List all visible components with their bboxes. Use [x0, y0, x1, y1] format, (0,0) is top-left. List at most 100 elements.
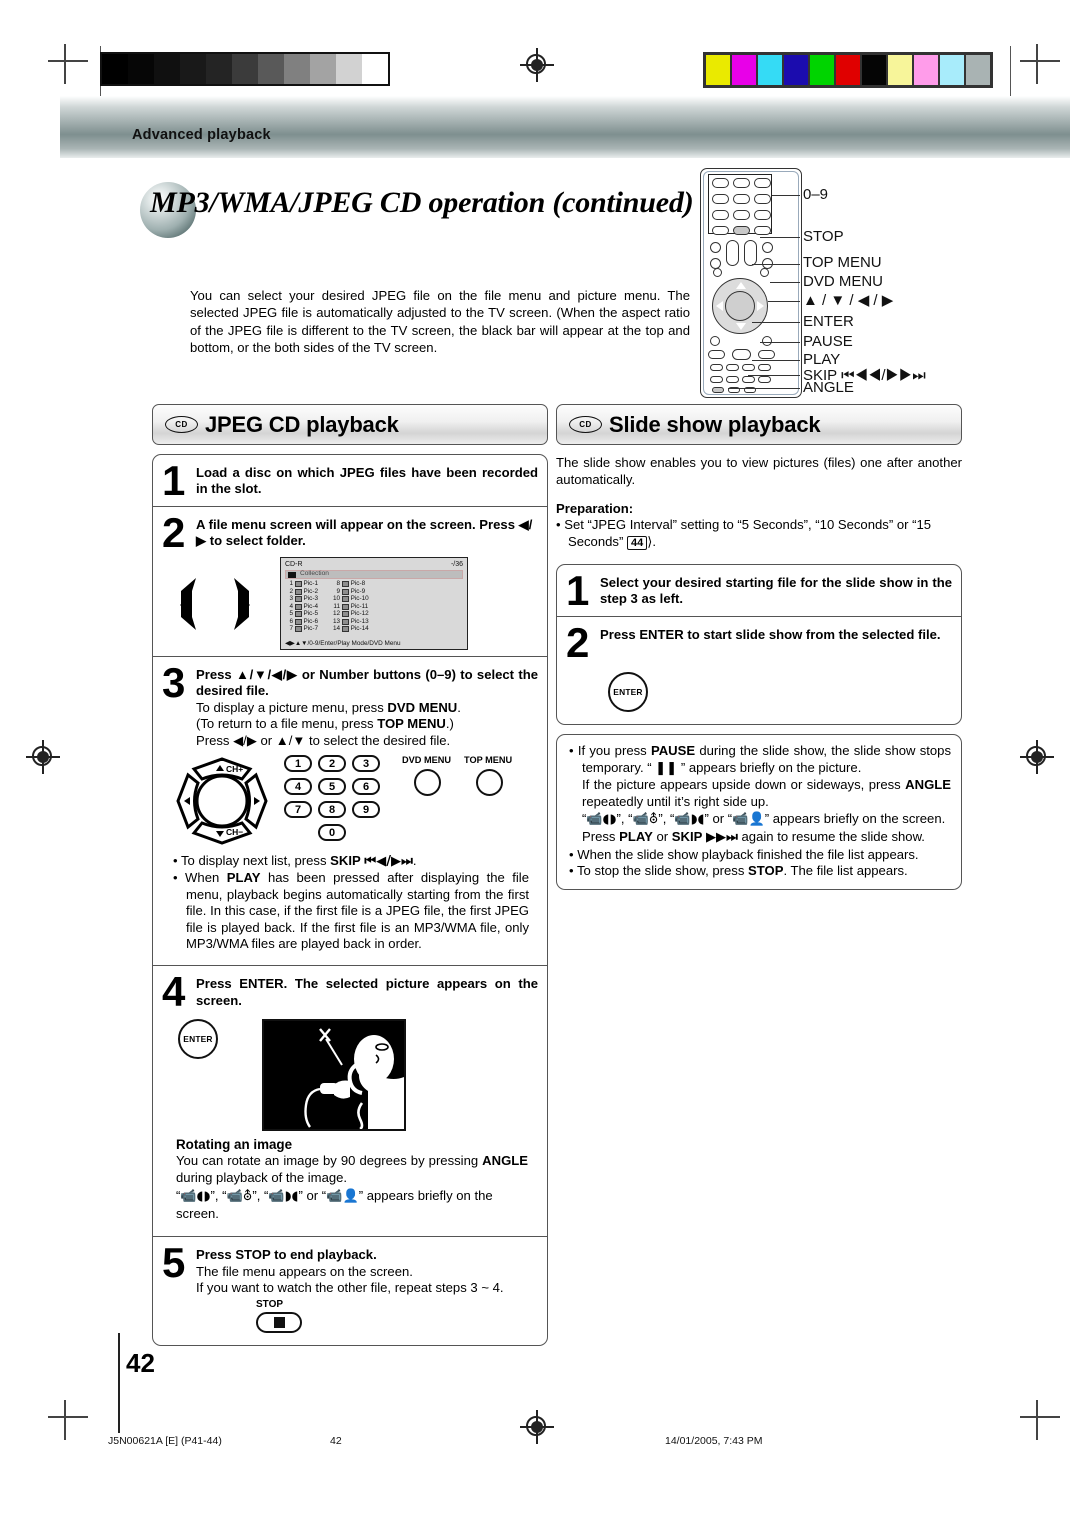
jpeg-cd-playback-header: CD JPEG CD playback [152, 404, 548, 445]
osd-disc-label: CD-R [285, 561, 303, 568]
step-1-number: 1 [162, 457, 185, 504]
jpeg-file-icon [341, 581, 349, 588]
jpeg-file-icon [294, 596, 302, 603]
step-1: 1 Load a disc on which JPEG files have b… [153, 455, 547, 506]
jpeg-cd-playback-column: CD JPEG CD playback 1 Load a disc on whi… [152, 404, 548, 1346]
jpeg-steps-box: 1 Load a disc on which JPEG files have b… [152, 454, 548, 1346]
top-menu-knob-icon [476, 769, 503, 797]
number-key: 1 [284, 755, 312, 773]
callout-leader-pause [760, 342, 800, 344]
callout-leader-arrows [768, 301, 800, 303]
number-key: 9 [352, 801, 380, 819]
osd-folder-row: Collection [285, 570, 463, 579]
osd-file-item: 11 Pic-11 [333, 602, 369, 610]
remote-skip-prev-button [710, 364, 723, 371]
jpeg-file-icon [341, 618, 349, 625]
jpeg-file-icon [341, 626, 349, 633]
step-5: 5 Press STOP to end playback. The file m… [153, 1236, 547, 1344]
footer-right: 14/01/2005, 7:43 PM [665, 1435, 763, 1447]
slide-step-2: 2 Press ENTER to start slide show from t… [557, 616, 961, 724]
slide-step-1-text: Select your desired starting file for th… [600, 575, 952, 607]
slide-show-playback-header: CD Slide show playback [556, 404, 962, 445]
dvd-menu-label: DVD MENU [402, 755, 452, 766]
bullet-skip: • To display next list, press SKIP ⏮◀/▶⏭… [173, 853, 417, 870]
jpeg-file-icon [294, 618, 302, 625]
osd-file-item: 13 Pic-13 [332, 617, 369, 625]
jpeg-file-icon [341, 611, 349, 618]
note-angle: If the picture appears upside down or si… [582, 777, 951, 809]
callout-0-9: 0–9 [803, 186, 829, 203]
cursor-wheel-illustration: CH+ CH− [174, 755, 270, 847]
step-3-illustration: CH+ CH− 1 2 3 4 5 6 7 8 9 0 DVD MENU TOP… [162, 749, 538, 851]
step-2: 2 A file menu screen will appear on the … [153, 506, 547, 656]
step-3-line-3: Press ◀/▶ or ▲/▼ to select the desired f… [196, 732, 451, 748]
manual-page: Advanced playback MP3/WMA/JPEG CD operat… [0, 0, 1080, 1528]
footer-center: 42 [330, 1435, 342, 1447]
osd-file-item: 5 Pic-5 [289, 610, 319, 618]
number-key: 7 [284, 801, 312, 819]
number-key: 6 [352, 778, 380, 796]
angle-icon-2: 📹◗◖ [674, 812, 705, 828]
jpeg-file-icon [341, 603, 349, 610]
slide-show-playback-title: Slide show playback [609, 411, 821, 437]
menu-buttons-illustration: DVD MENU TOP MENU [402, 755, 520, 831]
dvd-menu-knob-icon [414, 769, 441, 797]
file-menu-osd: CD-R -/36 Collection 1 Pic-1 2 Pic-2 3 Pic-… [280, 557, 468, 650]
jpeg-file-icon [341, 596, 349, 603]
callout-pause: PAUSE [803, 333, 853, 350]
registration-mark-bottom [520, 1410, 554, 1444]
step-3-text: Press ▲/▼/◀/▶ or Number buttons (0–9) to… [196, 667, 538, 699]
note-stop: • To stop the slide show, press STOP. Th… [569, 863, 908, 879]
angle-icon-1: 📹⛢ [632, 812, 659, 828]
preparation-heading: Preparation: [556, 501, 634, 516]
right-arrow-curve-icon [224, 575, 258, 633]
page-title: MP3/WMA/JPEG CD operation (continued) [150, 186, 694, 219]
slide-step-1: 1 Select your desired starting file for … [557, 565, 961, 616]
osd-folder-name: Collection [300, 570, 329, 578]
remote-pause-button [708, 350, 725, 359]
angle-icon-1: 📹⛢ [226, 1188, 253, 1204]
callout-angle: ANGLE [803, 379, 854, 396]
number-key: 0 [318, 824, 346, 842]
osd-file-item: 2 Pic-2 [289, 587, 319, 595]
jpeg-file-icon [294, 611, 302, 618]
sample-picture-saxophone [262, 1019, 406, 1132]
slide-step-2-text: Press ENTER to start slide show from the… [600, 627, 941, 642]
rotating-image-line-1: You can rotate an image by 90 degrees by… [176, 1153, 528, 1186]
slide-show-playback-column: CD Slide show playback The slide show en… [556, 404, 962, 890]
step-5-line-2: If you want to watch the other file, rep… [196, 1280, 504, 1296]
angle-icon-0: 📹◖◗ [180, 1188, 211, 1204]
rotating-image-line-2: “📹◖◗”, “📹⛢”, “📹◗◖” or “📹👤” appears brief… [176, 1187, 493, 1222]
number-key: 8 [318, 801, 346, 819]
osd-file-item: 7 Pic-7 [289, 625, 319, 633]
step-3: 3 Press ▲/▼/◀/▶ or Number buttons (0–9) … [153, 656, 547, 965]
stop-button-icon [256, 1311, 302, 1333]
enter-button-icon: ENTER [608, 672, 648, 712]
osd-footer-hint: ◀▶▲▼/0-9/Enter/Play Mode/DVD Menu [285, 639, 401, 647]
callout-leader-enter [752, 322, 800, 324]
step-3-number: 3 [162, 659, 185, 706]
step-5-line-1: The file menu appears on the screen. [196, 1263, 413, 1279]
osd-file-item: 6 Pic-6 [289, 617, 319, 625]
remote-stop-button [733, 226, 750, 235]
jpeg-file-icon [294, 581, 302, 588]
remote-top-menu-button [713, 268, 722, 277]
callout-top-menu: TOP MENU [803, 254, 882, 271]
step-4: 4 Press ENTER. The selected picture appe… [153, 965, 547, 1236]
callout-stop: STOP [803, 228, 844, 245]
jpeg-file-icon [341, 588, 349, 595]
footer-left: J5N00621A [E] (P41-44) [108, 1435, 222, 1447]
folder-icon [288, 571, 296, 578]
note-finish: • When the slide show playback finished … [569, 846, 919, 862]
slide-show-steps-box: 1 Select your desired starting file for … [556, 564, 962, 725]
step-1-text: Load a disc on which JPEG files have bee… [196, 465, 538, 497]
page-number-rule [118, 1333, 120, 1433]
page-reference-badge: 44 [626, 536, 648, 550]
number-key: 5 [318, 778, 346, 796]
remote-dvd-menu-button [760, 268, 769, 277]
page-number: 42 [126, 1348, 155, 1378]
callout-enter: ENTER [803, 313, 854, 330]
step-4-text: Press ENTER. The selected picture appear… [196, 976, 538, 1008]
angle-icon-3: 📹👤 [326, 1188, 359, 1204]
angle-icon-3: 📹👤 [732, 812, 765, 828]
